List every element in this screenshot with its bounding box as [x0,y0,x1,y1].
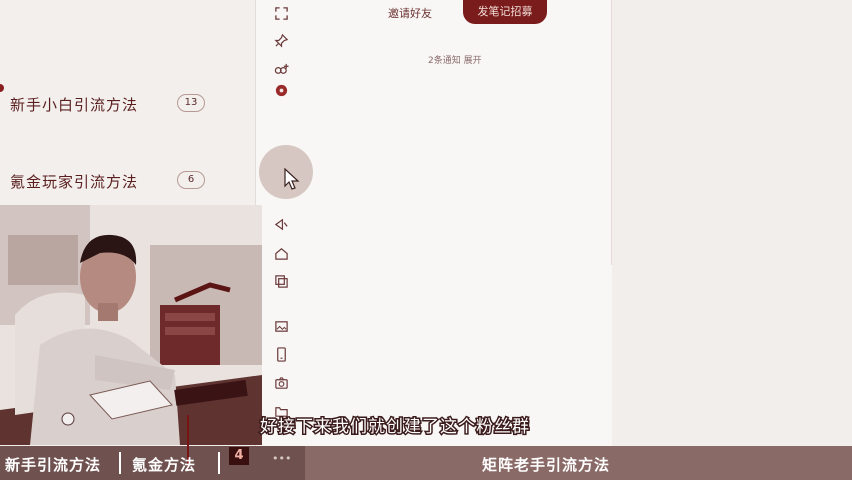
pin-icon[interactable] [272,31,290,49]
video-subtitle: 好接下来我们就创建了这个粉丝群 [259,416,531,439]
copy-icon[interactable] [272,272,290,290]
image-icon[interactable] [272,317,290,335]
add-member-icon[interactable] [272,60,290,78]
invite-friends-link[interactable]: 邀请好友 [388,5,432,21]
back-icon[interactable] [272,215,290,233]
fullscreen-icon[interactable] [272,4,290,22]
group-count-badge: 6 [177,171,205,189]
chapter-number-badge: 4 [229,447,249,465]
group-item-paying[interactable]: 氪金玩家引流方法 [10,171,138,192]
group-item-newbie[interactable]: 新手小白引流方法 [10,94,138,115]
panel-divider-right [611,0,612,265]
chapter-tab-newbie[interactable]: 新手引流方法 [5,454,101,475]
camera-icon[interactable] [272,374,290,392]
chapter-tab-matrix[interactable]: 矩阵老手引流方法 [482,454,610,475]
presenter-webcam-image [0,205,262,445]
right-panel [612,0,852,480]
chapter-separator [218,452,220,474]
home-icon[interactable] [272,244,290,262]
chapter-tab-paying[interactable]: 氪金方法 [132,454,196,475]
more-dots-icon[interactable]: ••• [272,452,291,465]
record-icon[interactable] [272,81,290,99]
mouse-cursor-icon [284,168,300,190]
chat-panel [255,0,612,480]
phone-icon[interactable] [272,345,290,363]
notification-expand[interactable]: 2条通知 展开 [428,53,482,66]
post-recruit-button[interactable]: 发笔记招募 [463,0,547,24]
chapter-separator [119,452,121,474]
group-count-badge: 13 [177,94,205,112]
